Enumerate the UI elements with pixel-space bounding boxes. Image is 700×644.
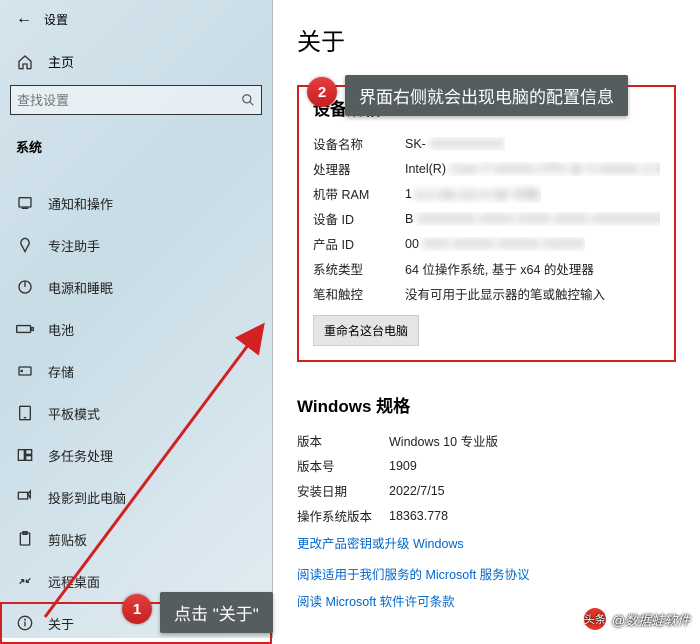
label-device-id: 设备 ID xyxy=(313,209,405,228)
value-os-build: 18363.778 xyxy=(389,509,448,523)
search-box[interactable] xyxy=(10,85,262,115)
row-install-date: 安装日期 2022/7/15 xyxy=(297,481,676,500)
sidebar-item-multitask[interactable]: 多任务处理 xyxy=(0,434,272,476)
value-install-date: 2022/7/15 xyxy=(389,484,445,498)
row-system-type: 系统类型 64 位操作系统, 基于 x64 的处理器 xyxy=(313,259,660,278)
nav-list: 通知和操作 专注助手 电源和睡眠 电池 存储 平板模式 多任务处理 投影到此电 xyxy=(0,182,272,644)
remote-icon xyxy=(16,573,34,589)
rename-pc-button[interactable]: 重命名这台电脑 xyxy=(313,315,419,346)
sidebar-item-label: 通知和操作 xyxy=(48,194,113,213)
battery-icon xyxy=(16,321,34,337)
row-product-id: 产品 ID 00XXX-XXXXX-XXXXX-XXXXX xyxy=(313,234,660,253)
sidebar-item-battery[interactable]: 电池 xyxy=(0,308,272,350)
sidebar-item-clipboard[interactable]: 剪贴板 xyxy=(0,518,272,560)
row-ram: 机带 RAM 16.0 GB (15.9 GB 可用) xyxy=(313,184,660,203)
titlebar: ← 设置 xyxy=(0,0,272,38)
sidebar-item-label: 电源和睡眠 xyxy=(48,278,113,297)
value-edition: Windows 10 专业版 xyxy=(389,431,498,450)
windows-spec-heading: Windows 规格 xyxy=(297,392,676,417)
row-device-name: 设备名称 SK-XXXXXXXXX xyxy=(313,134,660,153)
sidebar-item-tablet[interactable]: 平板模式 xyxy=(0,392,272,434)
label-processor: 处理器 xyxy=(313,159,405,178)
annotation-step2-label: 界面右侧就会出现电脑的配置信息 xyxy=(345,75,628,116)
search-input[interactable] xyxy=(17,93,241,108)
watermark: 头条 @数据蛙软件 xyxy=(584,608,690,630)
notify-icon xyxy=(16,195,34,211)
sidebar-item-label: 剪贴板 xyxy=(48,530,87,549)
link-service-agreement[interactable]: 阅读适用于我们服务的 Microsoft 服务协议 xyxy=(297,564,676,583)
sidebar: ← 设置 主页 系统 通知和操作 专注助手 电源和睡眠 xyxy=(0,0,273,638)
sidebar-item-label: 存储 xyxy=(48,362,74,381)
home-icon xyxy=(16,54,34,70)
watermark-badge: 头条 xyxy=(584,608,606,630)
storage-icon xyxy=(16,363,34,379)
row-version: 版本号 1909 xyxy=(297,456,676,475)
sidebar-item-storage[interactable]: 存储 xyxy=(0,350,272,392)
label-product-id: 产品 ID xyxy=(313,234,405,253)
device-spec-box: 设备规格 设备名称 SK-XXXXXXXXX 处理器 Intel(R)Core … xyxy=(297,85,676,362)
sidebar-item-focus[interactable]: 专注助手 xyxy=(0,224,272,266)
row-os-build: 操作系统版本 18363.778 xyxy=(297,506,676,525)
label-ram: 机带 RAM xyxy=(313,184,405,203)
back-arrow-icon[interactable]: ← xyxy=(16,10,32,28)
value-version: 1909 xyxy=(389,459,417,473)
label-system-type: 系统类型 xyxy=(313,259,405,278)
multitask-icon xyxy=(16,447,34,463)
sidebar-home-label: 主页 xyxy=(48,52,74,71)
sidebar-item-label: 投影到此电脑 xyxy=(48,488,126,507)
search-wrap xyxy=(0,79,272,125)
sidebar-item-label: 专注助手 xyxy=(48,236,100,255)
row-pen-touch: 笔和触控 没有可用于此显示器的笔或触控输入 xyxy=(313,284,660,303)
windows-spec-box: Windows 规格 版本 Windows 10 专业版 版本号 1909 安装… xyxy=(297,392,676,610)
sidebar-item-label: 关于 xyxy=(48,614,74,633)
tablet-icon xyxy=(16,405,34,421)
sidebar-item-project[interactable]: 投影到此电脑 xyxy=(0,476,272,518)
label-pen-touch: 笔和触控 xyxy=(313,284,405,303)
label-version: 版本号 xyxy=(297,456,389,475)
project-icon xyxy=(16,489,34,505)
link-change-product-key[interactable]: 更改产品密钥或升级 Windows xyxy=(297,533,676,552)
value-system-type: 64 位操作系统, 基于 x64 的处理器 xyxy=(405,259,594,278)
sidebar-item-power[interactable]: 电源和睡眠 xyxy=(0,266,272,308)
power-icon xyxy=(16,279,34,295)
info-icon xyxy=(16,615,34,631)
sidebar-item-label: 电池 xyxy=(48,320,74,339)
focus-icon xyxy=(16,237,34,253)
label-os-build: 操作系统版本 xyxy=(297,506,389,525)
label-edition: 版本 xyxy=(297,431,389,450)
sidebar-home[interactable]: 主页 xyxy=(0,44,272,79)
row-edition: 版本 Windows 10 专业版 xyxy=(297,431,676,450)
annotation-step2-badge: 2 xyxy=(307,77,337,107)
label-install-date: 安装日期 xyxy=(297,481,389,500)
sidebar-item-label: 远程桌面 xyxy=(48,572,100,591)
sidebar-item-notifications[interactable]: 通知和操作 xyxy=(0,182,272,224)
annotation-step1-label: 点击 "关于" xyxy=(160,592,273,633)
clipboard-icon xyxy=(16,531,34,547)
value-pen-touch: 没有可用于此显示器的笔或触控输入 xyxy=(405,284,605,303)
search-icon xyxy=(241,93,255,107)
sidebar-item-label: 多任务处理 xyxy=(48,446,113,465)
sidebar-item-label: 平板模式 xyxy=(48,404,100,423)
watermark-text: @数据蛙软件 xyxy=(612,610,690,629)
row-device-id: 设备 ID BXXXXXXX-XXXX-XXXX-XXXX-XXXXXXXXXX… xyxy=(313,209,660,228)
annotation-step1-badge: 1 xyxy=(122,594,152,624)
row-processor: 处理器 Intel(R)Core i7-XXXXU CPU @ X.XXGHz … xyxy=(313,159,660,178)
page-title: 关于 xyxy=(297,22,676,57)
label-device-name: 设备名称 xyxy=(313,134,405,153)
sidebar-section-label: 系统 xyxy=(0,125,272,162)
window-title: 设置 xyxy=(44,11,68,28)
